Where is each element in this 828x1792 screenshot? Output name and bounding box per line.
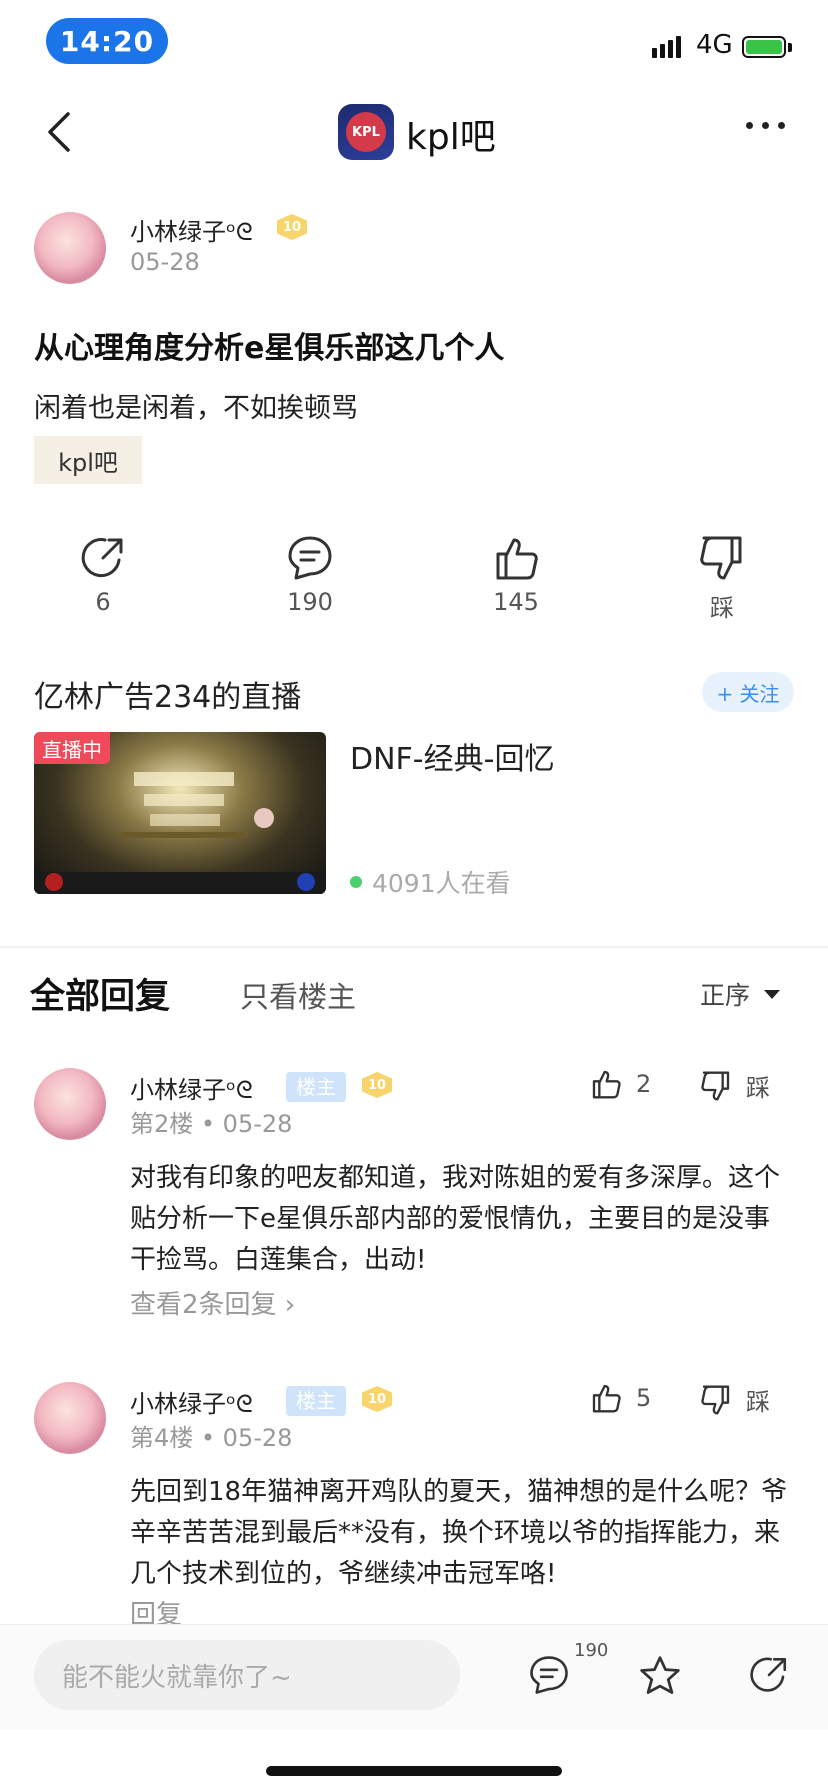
post-body: 闲着也是闲着，不如挨顿骂 (34, 393, 358, 424)
home-indicator (266, 1766, 562, 1776)
owner-tag: 楼主 (286, 1072, 346, 1102)
viewer-count: 4091人在看 (372, 869, 511, 898)
network-type: 4G (696, 30, 733, 60)
reply-meta: 第2楼 • 05-28 (130, 1110, 293, 1138)
dislike-button[interactable]: 踩 (662, 534, 782, 623)
reply-like-button[interactable]: 5 (590, 1382, 651, 1414)
comment-icon[interactable] (528, 1654, 570, 1700)
battery-tip (788, 43, 792, 52)
tab-all-replies[interactable]: 全部回复 (30, 968, 170, 1019)
star-icon[interactable] (638, 1654, 682, 1702)
reply-dislike-button[interactable]: 踩 (700, 1068, 770, 1103)
live-viewers: 4091人在看 (350, 864, 511, 900)
like-count: 145 (493, 588, 539, 616)
view-more-replies-link[interactable]: 查看2条回复 › (130, 1284, 295, 1321)
post-date: 05-28 (130, 248, 200, 276)
like-button[interactable]: 145 (456, 534, 576, 616)
back-icon[interactable] (40, 108, 80, 156)
reply-like-count: 2 (636, 1070, 652, 1098)
level-badge: 10 (362, 1072, 392, 1098)
section-divider (0, 946, 828, 948)
forum-tag[interactable]: kpl吧 (34, 436, 142, 484)
follow-button[interactable]: + 关注 (702, 672, 794, 712)
nav-title[interactable]: kpl吧 (406, 108, 496, 160)
forum-icon[interactable]: KPL (338, 104, 394, 160)
reply-author[interactable]: 小林绿子ᵒᘓ (130, 1384, 253, 1419)
owner-tag: 楼主 (286, 1386, 346, 1416)
share-icon[interactable] (748, 1654, 790, 1700)
comment-count: 190 (287, 588, 333, 616)
comment-button[interactable]: 190 (250, 534, 370, 616)
reply-dislike-label: 踩 (746, 1388, 770, 1416)
thumbs-up-icon (592, 1384, 621, 1413)
reply-input[interactable]: 能不能火就靠你了~ (34, 1640, 460, 1710)
thumbs-down-icon (700, 536, 742, 580)
reply-meta: 第4楼 • 05-28 (130, 1424, 293, 1452)
thumbs-down-icon (701, 1071, 730, 1100)
live-stream-name[interactable]: DNF-经典-回忆 (350, 734, 554, 778)
avatar[interactable] (34, 212, 106, 284)
reply-avatar[interactable] (34, 1382, 106, 1454)
reply-author[interactable]: 小林绿子ᵒᘓ (130, 1070, 253, 1105)
reply-text: 先回到18年猫神离开鸡队的夏天，猫神想的是什么呢？爷辛辛苦苦混到最后**没有，换… (130, 1477, 788, 1589)
reply-dislike-button[interactable]: 踩 (700, 1382, 770, 1417)
reply-text: 对我有印象的吧友都知道，我对陈姐的爱有多深厚。这个贴分析一下e星俱乐部内部的爱恨… (130, 1163, 781, 1275)
sort-dropdown[interactable]: 正序 (700, 976, 781, 1012)
post-title: 从心理角度分析e星俱乐部这几个人 (34, 331, 505, 366)
live-streamer-title: 亿林广告234的直播 (34, 680, 302, 715)
share-icon (81, 538, 123, 578)
comment-icon (288, 536, 332, 580)
signal-icon (652, 36, 681, 58)
forum-icon-text: KPL (346, 112, 386, 152)
battery-icon (742, 36, 786, 58)
reply-dislike-label: 踩 (746, 1074, 770, 1102)
dislike-label: 踩 (710, 594, 734, 622)
thumbs-up-icon (496, 538, 538, 580)
caret-down-icon (764, 989, 781, 999)
reply-like-button[interactable]: 2 (590, 1068, 651, 1100)
status-time: 14:20 (46, 18, 168, 64)
share-count: 6 (95, 588, 111, 616)
sort-label: 正序 (700, 981, 751, 1010)
reply-like-count: 5 (636, 1384, 652, 1412)
level-badge: 10 (362, 1386, 392, 1412)
more-icon[interactable] (746, 122, 785, 129)
thumbs-up-icon (592, 1070, 621, 1099)
live-dot-icon (350, 876, 362, 888)
reply-avatar[interactable] (34, 1068, 106, 1140)
tab-owner-only[interactable]: 只看楼主 (240, 974, 356, 1016)
live-badge: 直播中 (34, 732, 110, 764)
comment-count-badge: 190 (574, 1640, 609, 1661)
thumbs-down-icon (701, 1385, 730, 1414)
share-button[interactable]: 6 (43, 534, 163, 616)
author-name[interactable]: 小林绿子ᵒᘓ (130, 212, 253, 247)
level-badge: 10 (277, 214, 307, 240)
